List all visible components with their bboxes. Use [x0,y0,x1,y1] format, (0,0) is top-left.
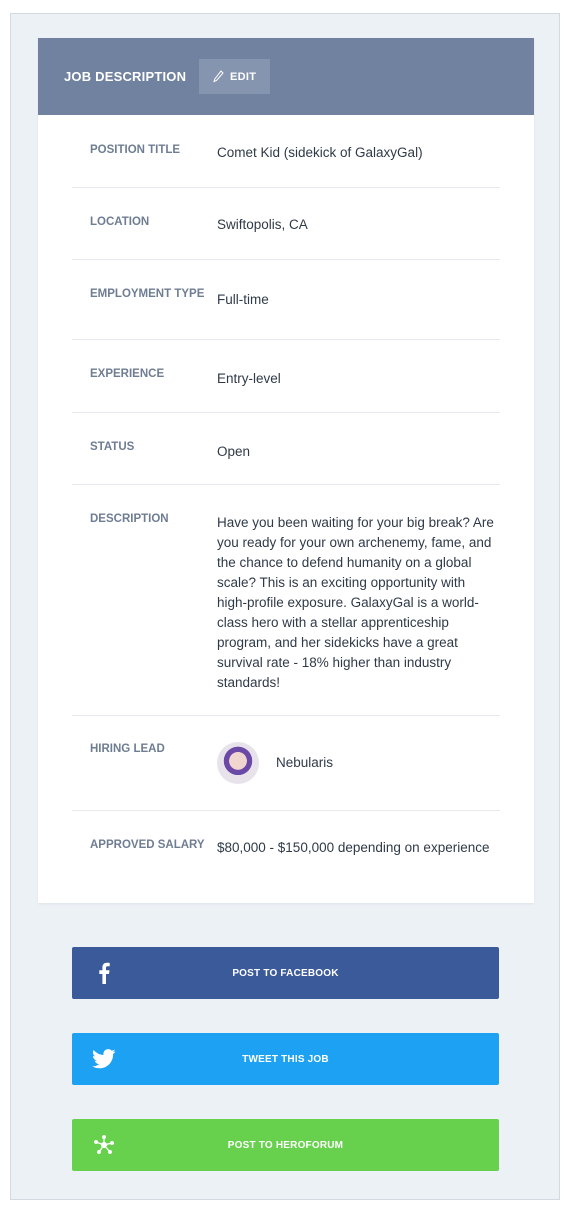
edit-button[interactable]: EDIT [199,59,271,94]
field-label: APPROVED SALARY [90,839,205,851]
field-label: LOCATION [90,216,150,228]
heroforum-button-label: POST TO HEROFORUM [227,1139,344,1151]
field-list: POSITION TITLE Comet Kid (sidekick of Ga… [38,115,534,901]
field-value: Have you been waiting for your big break… [217,515,494,690]
post-to-heroforum-button[interactable]: POST TO HEROFORUM [72,1119,499,1171]
heroforum-icon [92,1133,116,1157]
field-row-hiring-lead: HIRING LEAD Nebularis [72,716,500,811]
field-label: POSITION TITLE [90,144,181,156]
field-value: Swiftopolis, CA [217,217,308,232]
field-row-experience: EXPERIENCE Entry-level [72,340,500,413]
field-row-approved-salary: APPROVED SALARY $80,000 - $150,000 depen… [72,811,500,901]
field-label: HIRING LEAD [90,743,165,755]
facebook-icon [92,961,116,985]
avatar [217,742,259,784]
field-value: Entry-level [217,371,281,386]
field-row-description: DESCRIPTION Have you been waiting for yo… [72,485,500,716]
field-value: Comet Kid (sidekick of GalaxyGal) [217,145,423,160]
card-title: JOB DESCRIPTION [64,69,187,84]
twitter-icon [92,1047,116,1071]
field-row-position-title: POSITION TITLE Comet Kid (sidekick of Ga… [72,115,500,188]
field-value: Open [217,444,251,459]
field-row-location: LOCATION Swiftopolis, CA [72,188,500,260]
edit-label: EDIT [230,70,257,83]
field-row-status: STATUS Open [72,413,500,485]
field-row-employment-type: EMPLOYMENT TYPE Full-time [72,260,500,340]
hiring-lead-name: Nebularis [276,755,334,770]
tweet-job-button[interactable]: TWEET THIS JOB [72,1033,499,1085]
field-label: DESCRIPTION [90,513,169,525]
facebook-button-label: POST TO FACEBOOK [232,967,339,979]
hiring-lead-value: Nebularis [217,742,500,810]
twitter-button-label: TWEET THIS JOB [242,1053,329,1065]
field-value: Full-time [217,292,269,307]
page-frame: JOB DESCRIPTION EDIT POSITION TITLE Come… [10,13,560,1200]
card-header: JOB DESCRIPTION EDIT [38,38,534,115]
field-label: EXPERIENCE [90,368,165,380]
field-label: EMPLOYMENT TYPE [90,288,205,300]
job-description-card: JOB DESCRIPTION EDIT POSITION TITLE Come… [38,38,534,903]
pencil-icon [213,70,224,83]
field-label: STATUS [90,441,135,453]
post-to-facebook-button[interactable]: POST TO FACEBOOK [72,947,499,999]
field-value: $80,000 - $150,000 depending on experien… [217,840,490,855]
